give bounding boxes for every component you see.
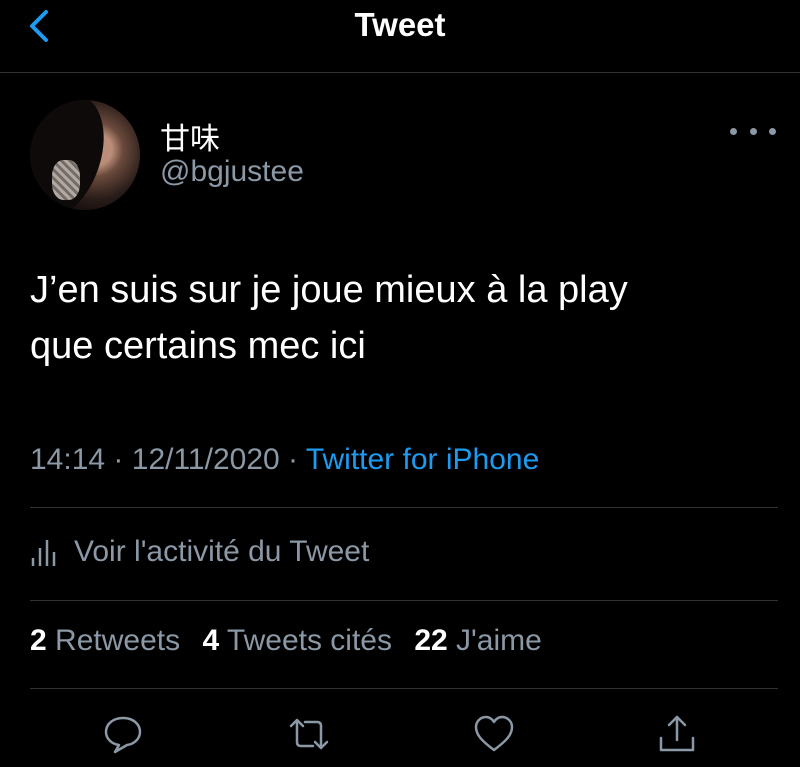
share-icon[interactable]	[655, 712, 699, 756]
retweets-stat[interactable]: 2 Retweets	[30, 624, 180, 657]
likes-label: J'aime	[456, 624, 542, 657]
retweets-label: Retweets	[55, 624, 181, 657]
meta-separator: ·	[288, 443, 299, 476]
tweet-activity-link[interactable]: Voir l'activité du Tweet	[30, 532, 369, 572]
retweet-icon[interactable]	[287, 712, 331, 756]
tweet-text: J’en suis sur je joue mieux à la play qu…	[30, 262, 770, 374]
bar-chart-icon	[31, 540, 56, 566]
tweet-activity-label: Voir l'activité du Tweet	[74, 535, 370, 568]
meta-separator: ·	[113, 443, 124, 476]
retweets-count: 2	[30, 624, 47, 657]
tweet-text-line: J’en suis sur je joue mieux à la play	[30, 269, 628, 311]
like-icon[interactable]	[472, 712, 516, 756]
tweet-date: 12/11/2020	[131, 443, 280, 476]
tweet-text-line: que certains mec ici	[30, 325, 366, 367]
likes-stat[interactable]: 22 J'aime	[414, 624, 541, 657]
tweet-metadata: 14:14 · 12/11/2020 · Twitter for iPhone	[30, 443, 539, 477]
tweet-stats: 2 Retweets 4 Tweets cités 22 J'aime	[30, 624, 556, 658]
reply-icon[interactable]	[101, 712, 145, 756]
action-bar	[0, 706, 800, 766]
tweet-source-link[interactable]: Twitter for iPhone	[306, 443, 539, 476]
top-bar: Tweet	[0, 0, 800, 73]
author-display-name[interactable]: 甘味	[160, 114, 220, 158]
quotes-count: 4	[202, 624, 220, 657]
divider	[30, 600, 778, 601]
quote-tweets-stat[interactable]: 4 Tweets cités	[202, 624, 392, 657]
quotes-label: Tweets cités	[226, 624, 392, 657]
author-handle[interactable]: @bgjustee	[160, 155, 304, 189]
likes-count: 22	[414, 624, 448, 657]
divider	[30, 507, 778, 508]
more-options-icon[interactable]	[730, 118, 776, 144]
divider	[30, 688, 778, 689]
tweet-time: 14:14	[30, 443, 106, 476]
avatar[interactable]	[30, 100, 140, 210]
page-title: Tweet	[354, 6, 446, 43]
